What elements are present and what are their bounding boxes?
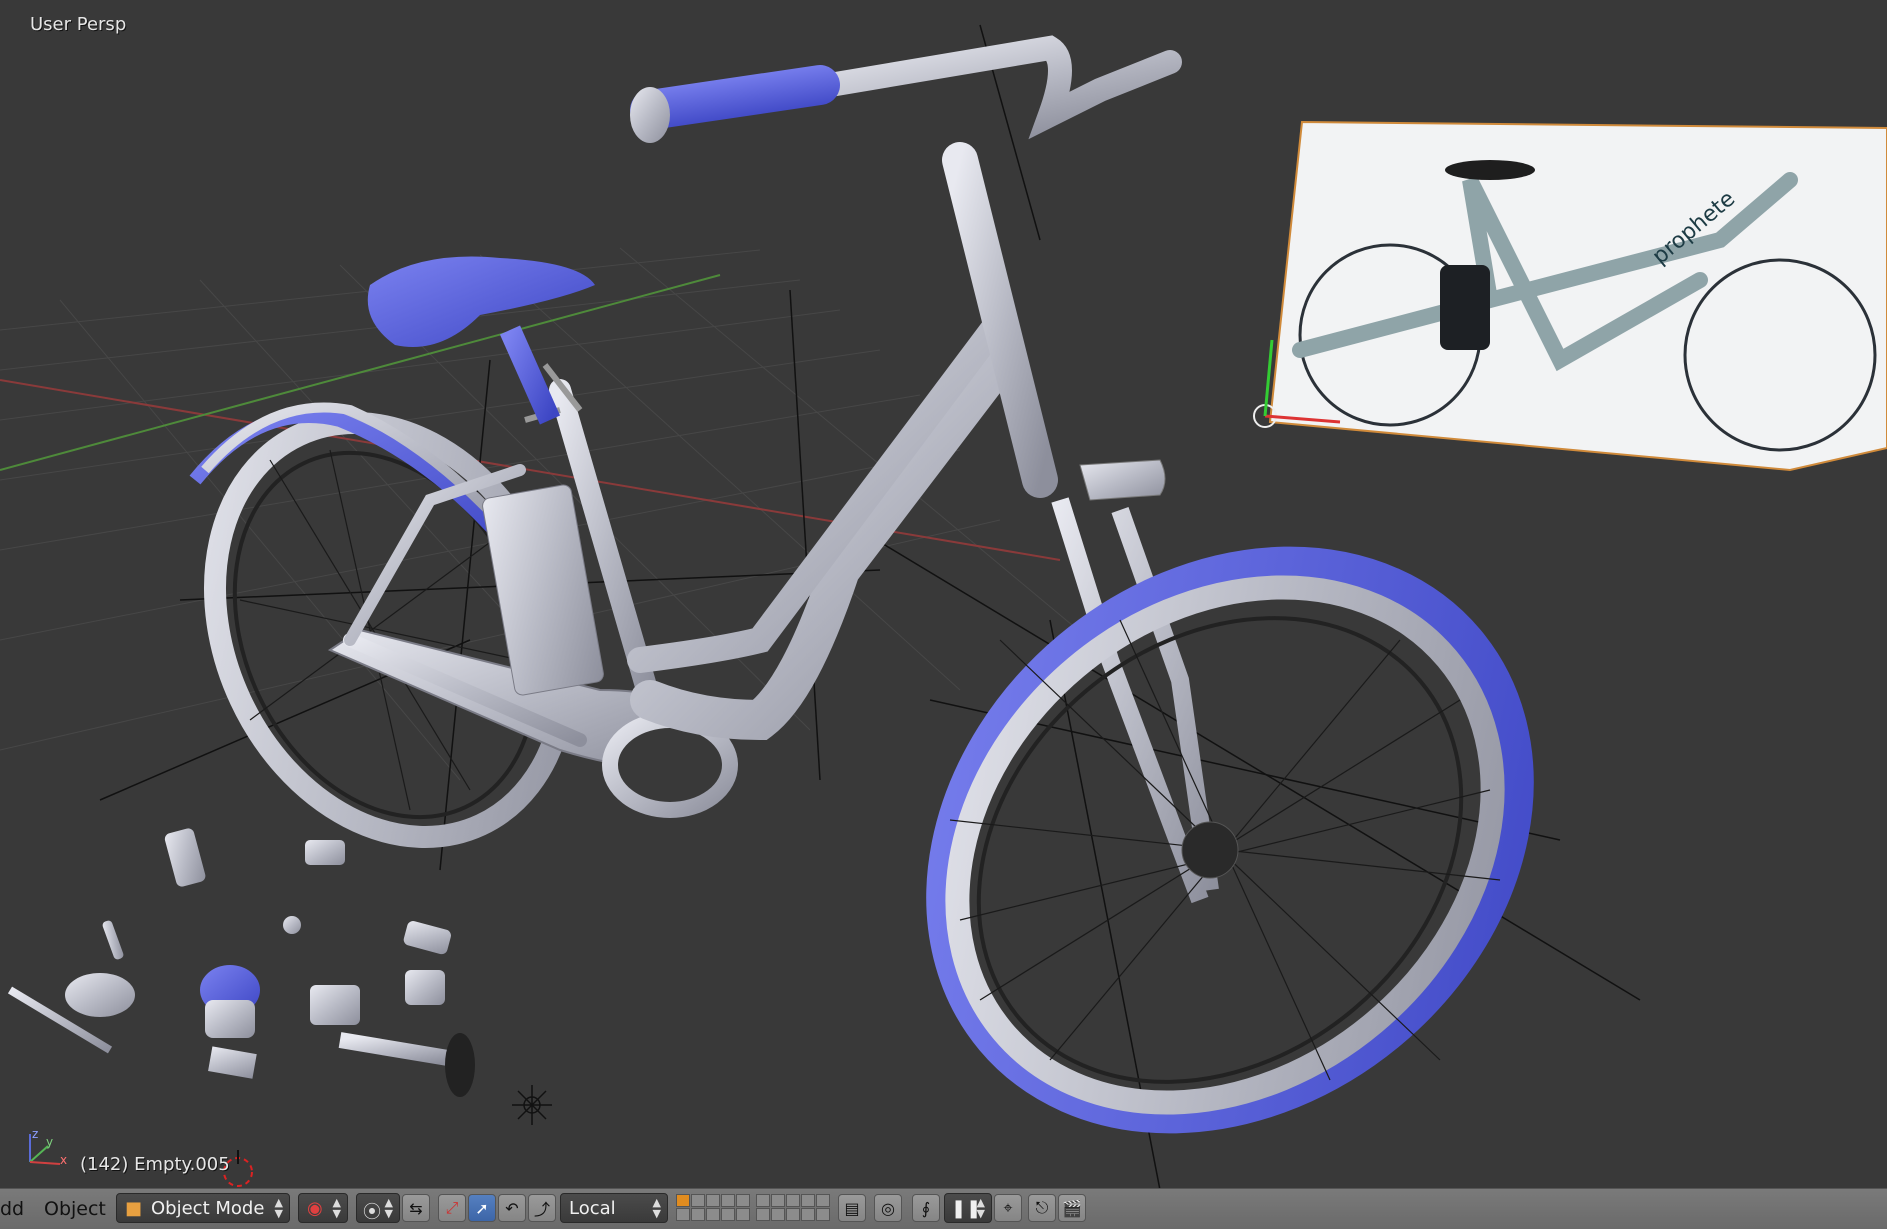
gizmo-x-label: x (60, 1153, 67, 1167)
rotate-icon: ↶ (505, 1198, 519, 1218)
layer-button[interactable] (771, 1194, 785, 1207)
snap-element-dropdown[interactable]: ❚❚ ▲ ▼ (944, 1193, 992, 1223)
bike-frame[interactable] (343, 307, 1020, 747)
loose-parts[interactable] (7, 827, 475, 1097)
axis-gizmo-icon: z y x (29, 1127, 67, 1167)
draw-type-dropdown[interactable]: ◉ ▲ ▼ (298, 1193, 348, 1223)
layer-button[interactable] (736, 1194, 750, 1207)
layer-button[interactable] (676, 1194, 690, 1207)
orientation-dropdown[interactable]: Local ▲ ▼ (560, 1193, 668, 1223)
scale-icon: ⤴ (533, 1200, 550, 1219)
view-name-label: User Persp (30, 14, 127, 35)
3d-viewport[interactable]: prophete User Persp (142) Empty.005 z y … (0, 0, 1887, 1188)
layers-grid-1[interactable] (676, 1194, 750, 1222)
pivot-align-button[interactable]: ⇆ (402, 1194, 430, 1222)
draw-type-icon: ◉ (307, 1198, 323, 1219)
layer-button[interactable] (816, 1208, 830, 1221)
axes-icon: ⤢ (445, 1198, 459, 1217)
scene-canvas[interactable]: prophete (0, 0, 1887, 1188)
layer-button[interactable] (816, 1194, 830, 1207)
mode-dropdown[interactable]: ■ Object Mode ▲ ▼ (116, 1193, 290, 1223)
manipulator-icon: ⇆ (409, 1198, 423, 1218)
layers-icon: ▤ (844, 1198, 860, 1218)
layer-button[interactable] (756, 1194, 770, 1207)
render-button[interactable]: ⎋ (1028, 1194, 1056, 1222)
dropdown-arrows-icon: ▲ ▼ (274, 1196, 283, 1220)
snap-icon: ∮ (921, 1198, 931, 1218)
handlebar[interactable] (630, 35, 1182, 498)
snap-target-button[interactable]: ⌖ (994, 1194, 1022, 1222)
manipulator-toggle[interactable]: ⤢ (438, 1194, 466, 1222)
layer-button[interactable] (706, 1194, 720, 1207)
pivot-icon: ⦿ (363, 1202, 381, 1223)
layer-button[interactable] (736, 1208, 750, 1221)
menu-object[interactable]: Object (44, 1198, 106, 1220)
layer-button[interactable] (691, 1194, 705, 1207)
opengl-render-button[interactable]: 🎬 (1058, 1194, 1086, 1222)
layer-button[interactable] (801, 1194, 815, 1207)
layer-button[interactable] (771, 1208, 785, 1221)
layer-button[interactable] (721, 1208, 735, 1221)
3d-view-header: dd Object ■ Object Mode ▲ ▼ ◉ ▲ ▼ ⦿ ▲ ▼ ⇆ ⤢… (0, 1188, 1887, 1229)
object-mode-icon: ■ (125, 1198, 143, 1219)
front-wheel[interactable] (832, 449, 1628, 1188)
translate-icon: ➚ (475, 1198, 489, 1218)
scale-button[interactable]: ⤴ (528, 1194, 556, 1222)
reference-image-plane[interactable]: prophete (1253, 120, 1887, 472)
gizmo-y-label: y (46, 1135, 53, 1149)
layer-button[interactable] (706, 1208, 720, 1221)
opengl-render-icon: 🎬 (1062, 1198, 1082, 1218)
layer-button[interactable] (691, 1208, 705, 1221)
proportional-edit-button[interactable]: ◎ (874, 1194, 902, 1222)
lock-layers-button[interactable]: ▤ (838, 1194, 866, 1222)
lamp-icon (512, 1085, 552, 1125)
layer-button[interactable] (756, 1208, 770, 1221)
headlight (1079, 459, 1166, 501)
pivot-dropdown[interactable]: ⦿ ▲ ▼ (356, 1193, 400, 1223)
translate-button[interactable]: ➚ (468, 1194, 496, 1222)
layers-grid-2[interactable] (756, 1194, 830, 1222)
render-icon: ⎋ (1035, 1198, 1049, 1217)
active-object-info: (142) Empty.005 (80, 1154, 230, 1175)
layer-button[interactable] (721, 1194, 735, 1207)
orientation-label: Local (569, 1198, 616, 1219)
proportional-icon: ◎ (881, 1198, 895, 1218)
target-icon: ⌖ (1003, 1198, 1013, 1217)
snap-toggle-button[interactable]: ∮ (912, 1194, 940, 1222)
layer-button[interactable] (786, 1208, 800, 1221)
layer-button[interactable] (801, 1208, 815, 1221)
menu-add[interactable]: dd (0, 1198, 24, 1220)
layer-button[interactable] (676, 1208, 690, 1221)
gizmo-z-label: z (32, 1127, 38, 1141)
rotate-button[interactable]: ↶ (498, 1194, 526, 1222)
layer-button[interactable] (786, 1194, 800, 1207)
mode-label: Object Mode (151, 1198, 265, 1219)
